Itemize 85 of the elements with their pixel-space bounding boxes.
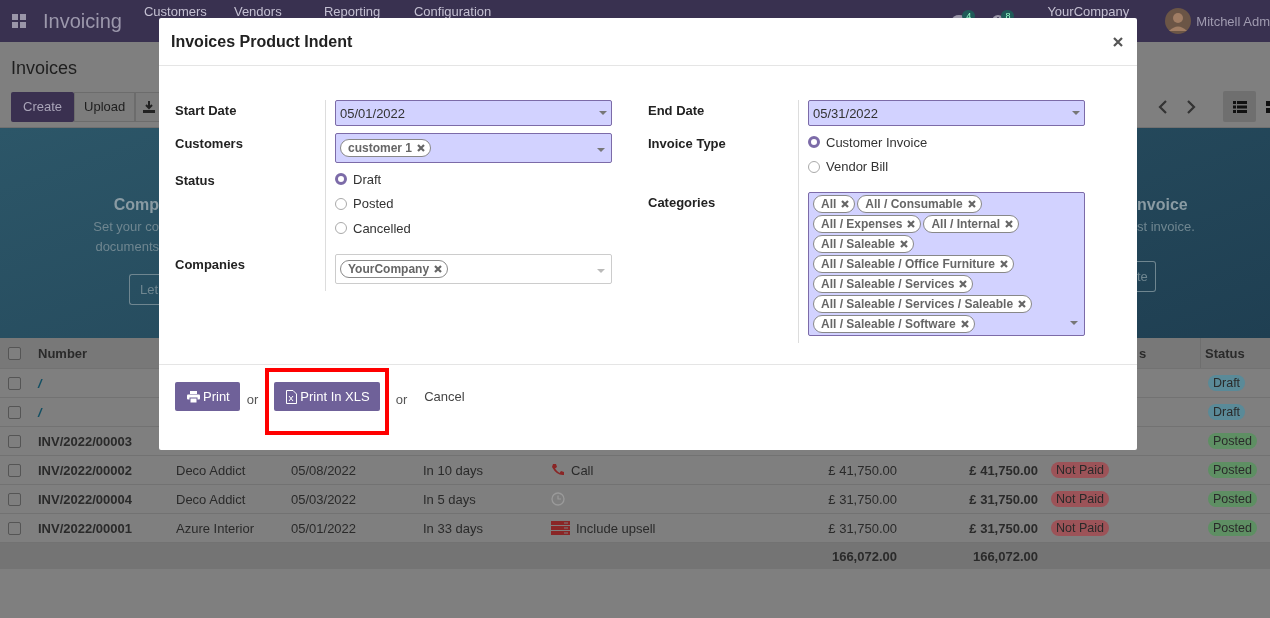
page-title: Invoices [11, 58, 78, 79]
tag[interactable]: All [813, 195, 856, 213]
tag[interactable]: All / Expenses [813, 215, 922, 233]
create-button[interactable]: Create [11, 91, 75, 122]
invoice-number: INV/2022/00003 [38, 433, 132, 449]
date-field[interactable]: 05/31/2022 [808, 100, 1085, 126]
tag[interactable]: All / Internal [923, 215, 1020, 233]
dialog-title: Invoices Product Indent [171, 32, 353, 51]
tag[interactable]: customer 1 [340, 139, 432, 157]
company-switcher[interactable]: YourCompany [1047, 0, 1130, 19]
app-title: Invoicing [43, 9, 122, 33]
table-cell: 05/03/2022 [291, 491, 357, 507]
banner-text: documents [95, 239, 159, 254]
field-label: Status [175, 173, 215, 188]
radio-label[interactable]: Draft [353, 171, 382, 187]
status-badge: Posted [1208, 433, 1257, 449]
activity-label: Include upsell [576, 520, 656, 536]
field-label: Companies [175, 256, 246, 272]
field-label: Invoice Type [648, 136, 726, 151]
table-cell: 05/08/2022 [291, 462, 357, 478]
table-cell: £ 41,750.00 [828, 462, 897, 478]
table-cell: In 33 days [423, 520, 483, 536]
field-label: End Date [648, 103, 705, 118]
field-label: Customers [175, 136, 243, 151]
invoice-number: / [38, 404, 42, 420]
payment-status-badge: Not Paid [1051, 491, 1109, 507]
grand-total: 166,072.00 [972, 548, 1038, 564]
separator-text: or [395, 391, 408, 407]
tags-field[interactable]: All All / Consumable All / Expenses All / Internal All / Saleable All / Saleable / Office Furniture All / Saleable / Services All / Saleable / Services / Saleable All / Saleable / Software [808, 192, 1085, 336]
tag[interactable]: All / Saleable / Office Furniture [813, 255, 1015, 273]
table-cell: £ 31,750.00 [969, 491, 1038, 507]
column-header[interactable]: s [1139, 345, 1147, 361]
table-cell: In 10 days [423, 462, 483, 478]
invoice-number: INV/2022/00004 [38, 491, 132, 507]
tags-field[interactable]: YourCompany [335, 253, 612, 284]
upload-button[interactable]: Upload [74, 91, 136, 122]
menu-item[interactable]: Configuration [413, 0, 504, 19]
tag[interactable]: All / Saleable / Software [813, 315, 975, 333]
menu-item[interactable]: Reporting [323, 0, 414, 19]
tag[interactable]: All / Saleable / Services [813, 275, 974, 293]
banner-title: Comp [113, 196, 159, 214]
untaxed-total: 166,072.00 [831, 548, 897, 564]
separator-text: or [246, 391, 259, 407]
date-field[interactable]: 05/01/2022 [335, 100, 612, 126]
invoice-number: INV/2022/00001 [38, 520, 132, 536]
radio-label[interactable]: Posted [353, 196, 394, 212]
radio-label[interactable]: Vendor Bill [826, 159, 889, 175]
status-badge: Draft [1208, 375, 1246, 391]
activity-label: Call [571, 462, 594, 478]
tag[interactable]: All / Consumable [857, 195, 982, 213]
menu-item[interactable]: Customers [143, 0, 234, 19]
column-header[interactable]: Status [1200, 338, 1270, 368]
status-badge: Posted [1208, 520, 1257, 536]
status-badge: Posted [1208, 462, 1257, 478]
payment-status-badge: Not Paid [1051, 520, 1109, 536]
user-name[interactable]: Mitchell Adm [1196, 13, 1270, 29]
payment-status-badge: Not Paid [1051, 462, 1109, 478]
radio-label[interactable]: Cancelled [353, 220, 411, 236]
table-cell: Deco Addict [176, 462, 246, 478]
radio-label[interactable]: Customer Invoice [826, 134, 928, 150]
tag[interactable]: All / Saleable [813, 235, 915, 253]
print-button[interactable]: Print [175, 382, 240, 411]
table-cell: £ 31,750.00 [969, 520, 1038, 536]
table-cell: Azure Interior [176, 520, 255, 536]
tag[interactable]: All / Saleable / Services / Saleable [813, 295, 1033, 313]
table-cell: 05/01/2022 [291, 520, 357, 536]
banner-text: Set your co [93, 219, 159, 234]
print-xls-button[interactable]: Print In XLS [274, 382, 380, 411]
field-label: Categories [648, 195, 716, 210]
table-cell: £ 31,750.00 [828, 491, 897, 507]
invoice-number: INV/2022/00002 [38, 462, 132, 478]
cancel-link[interactable]: Cancel [424, 382, 465, 404]
table-cell: £ 31,750.00 [828, 520, 897, 536]
table-cell: Deco Addict [176, 491, 246, 507]
field-label: Start Date [175, 103, 237, 118]
status-badge: Posted [1208, 491, 1257, 507]
banner-title: nvoice [1137, 196, 1188, 214]
status-badge: Draft [1208, 404, 1246, 420]
menu-item[interactable]: Vendors [233, 0, 324, 19]
table-cell: £ 41,750.00 [969, 462, 1038, 478]
invoice-number: / [38, 375, 42, 391]
tags-field[interactable]: customer 1 [335, 133, 612, 163]
table-cell: In 5 days [423, 491, 476, 507]
tag[interactable]: YourCompany [340, 259, 449, 278]
banner-text: st invoice. [1137, 219, 1195, 234]
